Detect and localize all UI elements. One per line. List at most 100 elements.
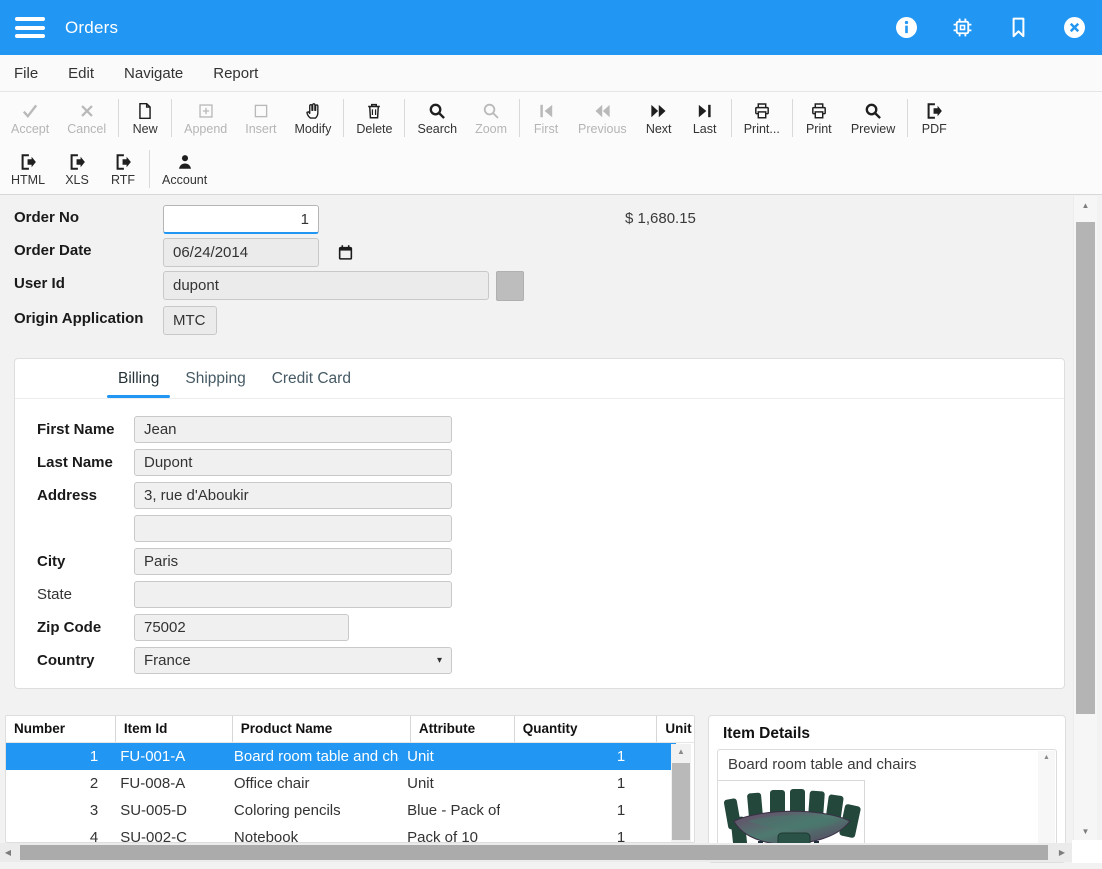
insert-button[interactable]: Insert <box>236 98 285 138</box>
menu-edit[interactable]: Edit <box>68 65 108 82</box>
scroll-up-icon[interactable]: ▲ <box>1038 751 1055 765</box>
table-scrollbar-thumb[interactable] <box>672 763 690 840</box>
account-button[interactable]: Account <box>153 149 216 189</box>
address-input[interactable]: 3, rue d'Aboukir <box>134 482 452 509</box>
input-value: France <box>144 652 191 669</box>
debug-chip-icon[interactable] <box>951 16 974 39</box>
order-date-input[interactable]: 06/24/2014 <box>163 238 319 267</box>
previous-button[interactable]: Previous <box>569 98 636 138</box>
tab-credit-card[interactable]: Credit Card <box>259 359 364 398</box>
scroll-right-icon[interactable]: ▶ <box>1054 843 1070 862</box>
cancel-button[interactable]: Cancel <box>58 98 115 138</box>
html-button[interactable]: HTML <box>2 149 54 189</box>
pdf-button[interactable]: PDF <box>911 98 957 138</box>
state-input[interactable] <box>134 581 452 608</box>
menu-report[interactable]: Report <box>213 65 272 82</box>
table-row[interactable]: 3SU-005-DColoring pencilsBlue - Pack of1 <box>6 797 676 824</box>
cell-product-name: Office chair <box>226 770 399 797</box>
scroll-up-icon[interactable]: ▲ <box>1074 196 1097 216</box>
toolbar-button-label: Cancel <box>67 122 106 136</box>
last-name-input[interactable]: Dupont <box>134 449 452 476</box>
city-input[interactable]: Paris <box>134 548 452 575</box>
input-value: 3, rue d'Aboukir <box>144 487 249 504</box>
first-button[interactable]: First <box>523 98 569 138</box>
check-icon <box>21 100 39 120</box>
accept-button[interactable]: Accept <box>2 98 58 138</box>
calendar-icon[interactable] <box>337 244 357 264</box>
page-horizontal-scrollbar[interactable]: ◀ ▶ <box>0 843 1072 862</box>
table-row[interactable]: 1FU-001-ABoard room table and chairsUnit… <box>6 743 676 770</box>
modify-button[interactable]: Modify <box>286 98 341 138</box>
toolbar-button-label: Search <box>417 122 457 136</box>
table-vertical-scrollbar[interactable]: ▲ <box>671 744 691 842</box>
export-icon <box>19 151 37 171</box>
country-select[interactable]: France▾ <box>134 647 452 674</box>
preview-button[interactable]: Preview <box>842 98 904 138</box>
cell-number: 2 <box>6 770 112 797</box>
column-header-product-name[interactable]: Product Name <box>232 716 410 742</box>
menu-bar: File Edit Navigate Report <box>0 55 1102 92</box>
column-header-quantity[interactable]: Quantity <box>514 716 657 742</box>
rtf-button[interactable]: RTF <box>100 149 146 189</box>
column-header-attribute[interactable]: Attribute <box>410 716 514 742</box>
print-button[interactable]: Print... <box>735 98 789 138</box>
toolbar-button-label: Previous <box>578 122 627 136</box>
input-value: 75002 <box>144 619 186 636</box>
blank-input[interactable] <box>134 515 452 542</box>
user-id-input[interactable]: dupont <box>163 271 489 300</box>
last-button[interactable]: Last <box>682 98 728 138</box>
scroll-down-icon[interactable]: ▼ <box>1074 822 1097 842</box>
append-button[interactable]: Append <box>175 98 236 138</box>
page-vscrollbar-thumb[interactable] <box>1076 222 1095 714</box>
bookmark-icon[interactable] <box>1007 16 1030 39</box>
toolbar-button-label: Insert <box>245 122 276 136</box>
scrollbar-corner <box>1072 840 1102 863</box>
export-icon <box>925 100 943 120</box>
first-name-input[interactable]: Jean <box>134 416 452 443</box>
cell-quantity: 1 <box>500 797 639 824</box>
billing-row-zip-code: Zip Code75002 <box>37 614 1064 641</box>
tab-shipping[interactable]: Shipping <box>172 359 258 398</box>
order-items-table: NumberItem IdProduct NameAttributeQuanti… <box>5 715 695 843</box>
table-row[interactable]: 4SU-002-CNotebookPack of 101 <box>6 824 676 843</box>
toolbar-button-label: XLS <box>65 173 89 187</box>
toolbar-separator <box>519 99 520 137</box>
toolbar-button-label: Zoom <box>475 122 507 136</box>
column-header-number[interactable]: Number <box>6 716 115 742</box>
cell-item-id: FU-008-A <box>112 770 226 797</box>
export-icon <box>114 151 132 171</box>
zip-code-input[interactable]: 75002 <box>134 614 349 641</box>
scroll-left-icon[interactable]: ◀ <box>0 843 16 862</box>
xls-button[interactable]: XLS <box>54 149 100 189</box>
hamburger-menu-icon[interactable] <box>15 17 45 38</box>
magnifier-icon <box>482 100 500 120</box>
menu-file[interactable]: File <box>14 65 52 82</box>
page-title: Orders <box>65 18 118 38</box>
tab-billing[interactable]: Billing <box>105 359 172 398</box>
info-circle-icon[interactable] <box>895 16 918 39</box>
person-icon <box>176 151 194 171</box>
close-circle-icon[interactable] <box>1063 16 1086 39</box>
search-button[interactable]: Search <box>408 98 466 138</box>
new-button[interactable]: New <box>122 98 168 138</box>
origin-application-input[interactable]: MTC <box>163 306 217 335</box>
toolbar-button-label: HTML <box>11 173 45 187</box>
column-header-item-id[interactable]: Item Id <box>115 716 232 742</box>
delete-button[interactable]: Delete <box>347 98 401 138</box>
scroll-up-icon[interactable]: ▲ <box>671 744 691 760</box>
table-row[interactable]: 2FU-008-AOffice chairUnit1 <box>6 770 676 797</box>
zoom-button[interactable]: Zoom <box>466 98 516 138</box>
user-id-browse-button[interactable] <box>496 271 524 301</box>
page-vertical-scrollbar[interactable]: ▲ ▼ <box>1073 196 1097 844</box>
toolbar-button-label: Account <box>162 173 207 187</box>
print-button[interactable]: Print <box>796 98 842 138</box>
last-icon <box>696 100 714 120</box>
next-button[interactable]: Next <box>636 98 682 138</box>
toolbar-button-label: Preview <box>851 122 895 136</box>
cross-icon <box>78 100 96 120</box>
page-hscrollbar-thumb[interactable] <box>20 845 1048 860</box>
menu-navigate[interactable]: Navigate <box>124 65 197 82</box>
hand-icon <box>304 100 322 120</box>
order-no-input[interactable]: 1 <box>163 205 319 234</box>
column-header-unit-pr[interactable]: Unit Pr <box>656 716 694 742</box>
